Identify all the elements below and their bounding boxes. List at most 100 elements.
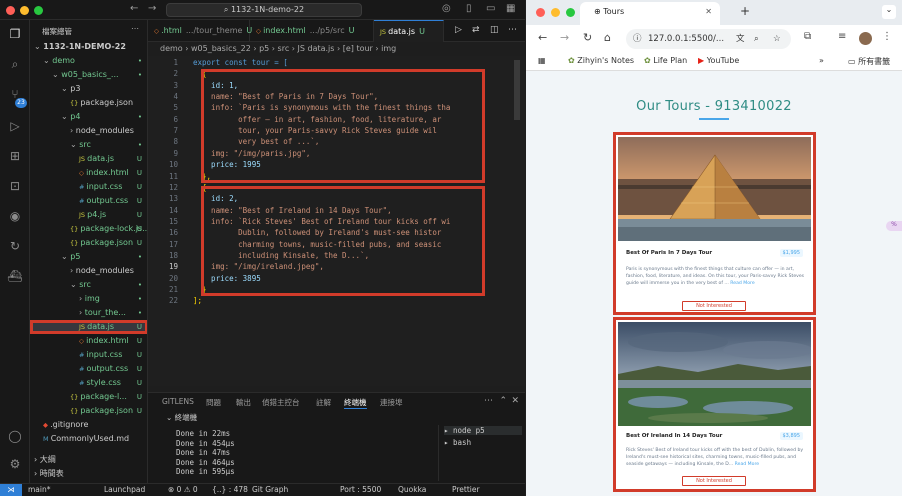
chevron-icon[interactable]: ⌄	[61, 84, 70, 93]
panel-tab[interactable]: 註解	[316, 397, 331, 408]
status-item[interactable]: main*	[28, 485, 51, 494]
tree-item[interactable]: JS p4.js U	[30, 208, 147, 222]
compare-icon[interactable]: ⇄	[472, 25, 480, 35]
live-share-icon[interactable]: ↻	[7, 238, 23, 254]
tree-item[interactable]: ⌄ p4 •	[30, 110, 147, 124]
side-panel-tab[interactable]: %	[886, 221, 902, 231]
read-more-link[interactable]: Read More	[730, 281, 754, 286]
explorer-icon[interactable]: ❐	[7, 26, 23, 42]
tree-item[interactable]: ⌄ demo •	[30, 54, 147, 68]
run-icon[interactable]: ▷	[455, 25, 462, 35]
bookmark-star-icon[interactable]: ☆	[773, 29, 781, 49]
run-debug-icon[interactable]: ▷	[7, 118, 23, 134]
tree-item[interactable]: › node_modules	[30, 124, 147, 138]
home-icon[interactable]: ⌂	[604, 31, 611, 44]
media-icon[interactable]: ≡	[838, 31, 846, 42]
reload-icon[interactable]: ↻	[583, 31, 592, 44]
tree-item[interactable]: # style.css U	[30, 376, 147, 390]
tree-item[interactable]: # output.css U	[30, 362, 147, 376]
tree-item[interactable]: JS data.js U	[30, 152, 147, 166]
docker-icon[interactable]: ⛴	[7, 268, 23, 284]
tree-item[interactable]: # input.css U	[30, 180, 147, 194]
back-arrow-icon[interactable]: ←	[130, 3, 138, 14]
forward-icon[interactable]: →	[560, 31, 569, 44]
terminal-session[interactable]: ▸ node p5	[444, 426, 522, 435]
toggle-sidebar-icon[interactable]: ▯	[466, 3, 472, 14]
tree-item[interactable]: # input.css U	[30, 348, 147, 362]
more-actions-icon[interactable]: ⋯	[131, 24, 139, 33]
toggle-panel-icon[interactable]: ▭	[486, 3, 495, 14]
tree-item[interactable]: JS data.js U	[30, 320, 147, 334]
back-icon[interactable]: ←	[538, 31, 547, 44]
profile-avatar[interactable]	[859, 32, 872, 45]
zoom-icon[interactable]: ⌕	[754, 29, 759, 49]
chevron-icon[interactable]: ⌄	[61, 252, 70, 261]
chevron-icon[interactable]: ⌄	[34, 42, 43, 51]
split-editor-icon[interactable]: ◫	[490, 25, 499, 35]
forward-arrow-icon[interactable]: →	[148, 3, 156, 14]
command-center-search[interactable]: ⌕ 1132-1N-demo-22	[166, 3, 362, 17]
panel-tab[interactable]: GITLENS	[162, 397, 194, 406]
status-item[interactable]: Quokka	[398, 485, 426, 494]
browser-tab[interactable]: ⊕ Tours ✕	[580, 2, 720, 25]
tree-item[interactable]: {} package.json	[30, 96, 147, 110]
not-interested-button[interactable]: Not Interested	[682, 476, 746, 486]
panel-maximize-icon[interactable]: ⌃	[499, 396, 507, 406]
tree-item[interactable]: ◆ .gitignore	[30, 418, 147, 432]
outline-section[interactable]: › 大綱	[30, 453, 147, 467]
minimize-window-button[interactable]	[20, 6, 29, 15]
timeline-section[interactable]: › 時間表	[30, 467, 147, 481]
minimap-scroll[interactable]	[514, 60, 520, 120]
status-item[interactable]: Port : 5500	[340, 485, 381, 494]
tab-search-icon[interactable]: ⌄	[882, 5, 896, 19]
panel-more-icon[interactable]: ⋯	[484, 396, 493, 406]
panel-tab[interactable]: 輸出	[236, 397, 251, 408]
panel-tab[interactable]: 偵錯主控台	[262, 397, 300, 408]
editor-tab[interactable]: JS data.js U	[374, 20, 444, 42]
tree-item[interactable]: ⌄ src •	[30, 278, 147, 292]
browser-menu-icon[interactable]: ⋮	[882, 31, 892, 42]
browser-maximize-button[interactable]	[566, 8, 575, 17]
tree-item[interactable]: ⌄ w05_basics_... •	[30, 68, 147, 82]
layout-icon[interactable]: ▦	[506, 3, 515, 14]
tree-item[interactable]: {} package.json U	[30, 404, 147, 418]
tree-item[interactable]: › node_modules	[30, 264, 147, 278]
tree-item[interactable]: {} package.json U	[30, 236, 147, 250]
address-bar[interactable]: ⓘ 127.0.0.1:5500/... 文 ⌕ ☆	[626, 29, 791, 49]
status-item[interactable]: {..} : 478	[212, 485, 248, 494]
tree-item[interactable]: › img •	[30, 292, 147, 306]
tree-item[interactable]: {} package-lock.js... U	[30, 222, 147, 236]
tree-item[interactable]: ⌄ p5 •	[30, 250, 147, 264]
status-item[interactable]: Git Graph	[252, 485, 288, 494]
tree-item[interactable]: ◇ index.html U	[30, 166, 147, 180]
editor-tab[interactable]: ◇ .html .../tour_theme U	[148, 20, 252, 42]
editor-tab[interactable]: ◇ index.html .../p5/src U	[250, 20, 374, 42]
tree-item[interactable]: › tour_the... •	[30, 306, 147, 320]
settings-gear-icon[interactable]: ⚙	[7, 456, 23, 472]
tree-item[interactable]: ⌄ p3	[30, 82, 147, 96]
breadcrumb[interactable]: demo › w05_basics_22 › p5 › src › JS dat…	[148, 42, 525, 56]
new-tab-icon[interactable]: +	[740, 4, 750, 18]
tree-item[interactable]: ⌄ src •	[30, 138, 147, 152]
status-item[interactable]: Launchpad	[104, 485, 145, 494]
extensions-icon[interactable]: ⊞	[7, 148, 23, 164]
site-info-icon[interactable]: ⓘ	[633, 29, 642, 49]
tree-item[interactable]: ⌄ 1132-1N-DEMO-22	[30, 40, 147, 54]
code-line[interactable]: ];	[193, 296, 202, 305]
account-icon[interactable]: ◯	[7, 428, 23, 444]
panel-tab[interactable]: 連接埠	[380, 397, 403, 408]
chevron-icon[interactable]: ⌄	[52, 70, 61, 79]
bookmark-youtube[interactable]: ▶ YouTube	[698, 56, 739, 65]
chevron-icon[interactable]: ⌄	[61, 112, 70, 121]
tree-item[interactable]: ◇ index.html U	[30, 334, 147, 348]
status-item[interactable]: Prettier	[452, 485, 480, 494]
panel-close-icon[interactable]: ✕	[511, 396, 519, 406]
bookmark-zihyin[interactable]: ✿ Zihyin's Notes	[568, 56, 634, 65]
remote-indicator[interactable]: ⋊	[0, 484, 22, 496]
copilot-icon[interactable]: ◎	[442, 3, 451, 14]
chevron-icon[interactable]: ⌄	[70, 140, 79, 149]
chevron-icon[interactable]: ⌄	[70, 280, 79, 289]
not-interested-button[interactable]: Not Interested	[682, 301, 746, 311]
remote-explorer-icon[interactable]: ⊡	[7, 178, 23, 194]
code-editor[interactable]: 1 export const tour = [2 {3 id: 1, 4 name:…	[148, 56, 525, 386]
